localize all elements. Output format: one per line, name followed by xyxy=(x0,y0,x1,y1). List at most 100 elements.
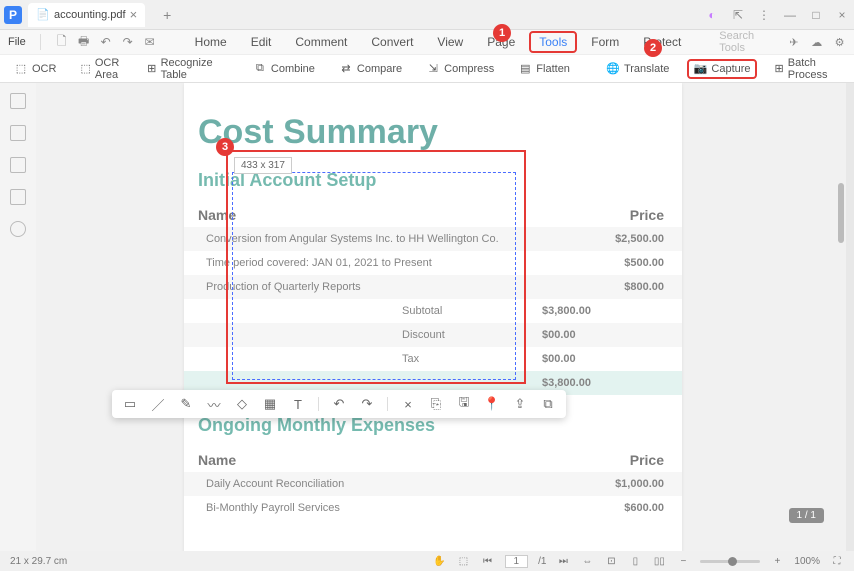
pin-capture-icon[interactable]: 📍 xyxy=(484,396,500,412)
fit-width-icon[interactable]: ⇔ xyxy=(580,554,594,568)
capture-button[interactable]: 📷Capture xyxy=(687,59,756,79)
combine-icon: ⧉ xyxy=(253,62,267,76)
copy-capture-icon[interactable]: ⎘ xyxy=(428,396,444,412)
redo-icon[interactable]: ↷ xyxy=(121,35,135,49)
table-icon: ⊞ xyxy=(147,62,157,76)
text-tool-icon[interactable]: T xyxy=(290,396,306,412)
compress-icon: ⇲ xyxy=(426,62,440,76)
tab-protect[interactable]: Protect xyxy=(633,31,691,53)
thumbnails-icon[interactable] xyxy=(10,93,26,109)
annotation-badge-1: 1 xyxy=(493,24,511,42)
zoom-slider[interactable] xyxy=(700,560,760,563)
kebab-menu-icon[interactable]: ⋮ xyxy=(756,7,772,23)
send-icon[interactable]: ✈ xyxy=(787,35,800,49)
tab-title: accounting.pdf xyxy=(54,9,126,21)
rect-tool-icon[interactable]: ▭ xyxy=(122,396,138,412)
table-row: Production of Quarterly Reports$800.00 xyxy=(184,275,682,299)
save-icon[interactable]: 🗋 xyxy=(55,35,69,49)
redo-capture-icon[interactable]: ↷ xyxy=(359,396,375,412)
capture-size-label: 433 x 317 xyxy=(234,157,292,174)
file-menu[interactable]: File xyxy=(8,36,26,48)
col-name: Name xyxy=(198,452,630,468)
last-page-icon[interactable]: ⏭ xyxy=(556,554,570,568)
table-row: Conversion from Angular Systems Inc. to … xyxy=(184,227,682,251)
undo-icon[interactable]: ↶ xyxy=(99,35,113,49)
hand-tool-icon[interactable]: ✋ xyxy=(433,554,447,568)
discount-row: Discount$00.00 xyxy=(184,323,682,347)
minimize-icon[interactable]: — xyxy=(782,7,798,23)
annotation-badge-3: 3 xyxy=(216,138,234,156)
statusbar: 21 x 29.7 cm ✋ ⬚ ⏮ 1 /1 ⏭ ⇔ ⊡ ▯ ▯▯ − + 1… xyxy=(0,551,854,571)
flatten-button[interactable]: ▤Flatten xyxy=(512,59,576,79)
fit-page-icon[interactable]: ⊡ xyxy=(604,554,618,568)
menubar: File 🗋 🖶 ↶ ↷ ✉ Home Edit Comment Convert… xyxy=(0,30,854,55)
undo-capture-icon[interactable]: ↶ xyxy=(331,396,347,412)
pen-tool-icon[interactable]: ✎ xyxy=(178,396,194,412)
tab-tools[interactable]: Tools xyxy=(529,31,577,53)
line-tool-icon[interactable]: ／ xyxy=(150,396,166,412)
eraser-tool-icon[interactable]: ◇ xyxy=(234,396,250,412)
zoom-in-icon[interactable]: + xyxy=(770,554,784,568)
fullscreen-icon[interactable]: ⛶ xyxy=(830,554,844,568)
tab-comment[interactable]: Comment xyxy=(285,31,357,53)
ocr-area-button[interactable]: ⬚OCR Area xyxy=(74,54,128,84)
batch-process-button[interactable]: ⊞Batch Process xyxy=(769,54,839,84)
table-row: Daily Account Reconciliation$1,000.00 xyxy=(184,472,682,496)
settings-icon[interactable]: ⚙ xyxy=(833,35,846,49)
document-tab[interactable]: 📄 accounting.pdf × xyxy=(28,3,145,27)
close-window-icon[interactable]: × xyxy=(834,7,850,23)
select-tool-icon[interactable]: ⬚ xyxy=(457,554,471,568)
search-tools-input[interactable]: Search Tools xyxy=(719,30,777,54)
tab-view[interactable]: View xyxy=(427,31,473,53)
tab-close-icon[interactable]: × xyxy=(130,7,138,22)
tab-form[interactable]: Form xyxy=(581,31,629,53)
color-dot-icon[interactable]: ◐ xyxy=(704,7,720,23)
comments-panel-icon[interactable] xyxy=(10,189,26,205)
share-icon[interactable]: ⇱ xyxy=(730,7,746,23)
print-icon[interactable]: 🖶 xyxy=(77,35,91,49)
ocr-button[interactable]: ⬚OCR xyxy=(8,59,62,79)
capture-toolbar: ▭ ／ ✎ 〰 ◇ ▦ T ↶ ↷ × ⎘ 🖫 📍 ⇪ ⧉ xyxy=(112,390,566,418)
mail-icon[interactable]: ✉ xyxy=(143,35,157,49)
zoom-out-icon[interactable]: − xyxy=(676,554,690,568)
tab-home[interactable]: Home xyxy=(185,31,237,53)
section2-title: Ongoing Monthly Expenses xyxy=(184,415,682,436)
share-capture-icon[interactable]: ⇪ xyxy=(512,396,528,412)
camera-icon: 📷 xyxy=(693,62,707,76)
zoom-level[interactable]: 100% xyxy=(794,556,820,567)
table-row: Bi-Monthly Payroll Services$600.00 xyxy=(184,496,682,520)
translate-button[interactable]: 🌐Translate xyxy=(600,59,675,79)
recognize-table-button[interactable]: ⊞Recognize Table xyxy=(141,54,223,84)
attachments-icon[interactable] xyxy=(10,157,26,173)
col-name: Name xyxy=(198,207,630,223)
two-page-icon[interactable]: ▯▯ xyxy=(652,554,666,568)
compress-button[interactable]: ⇲Compress xyxy=(420,59,500,79)
save-capture-icon[interactable]: 🖫 xyxy=(456,396,472,412)
mosaic-tool-icon[interactable]: ▦ xyxy=(262,396,278,412)
page-input[interactable]: 1 xyxy=(505,555,529,568)
tab-convert[interactable]: Convert xyxy=(361,31,423,53)
more-capture-icon[interactable]: ⧉ xyxy=(540,396,556,412)
page-title: Cost Summary xyxy=(184,113,682,152)
vertical-scrollbar[interactable] xyxy=(838,183,844,243)
first-page-icon[interactable]: ⏮ xyxy=(481,554,495,568)
compare-icon: ⇄ xyxy=(339,62,353,76)
translate-icon: 🌐 xyxy=(606,62,620,76)
col-price: Price xyxy=(630,207,664,223)
compare-button[interactable]: ⇄Compare xyxy=(333,59,408,79)
page-total: /1 xyxy=(538,556,546,567)
cloud-icon[interactable]: ☁ xyxy=(810,35,823,49)
flatten-icon: ▤ xyxy=(518,62,532,76)
polyline-tool-icon[interactable]: 〰 xyxy=(206,396,222,412)
bookmarks-icon[interactable] xyxy=(10,125,26,141)
workspace: Cost Summary Initial Account Setup Name … xyxy=(36,83,846,551)
add-tab-button[interactable]: + xyxy=(159,7,175,23)
combine-button[interactable]: ⧉Combine xyxy=(247,59,321,79)
maximize-icon[interactable]: □ xyxy=(808,7,824,23)
document-page: Cost Summary Initial Account Setup Name … xyxy=(184,83,682,551)
page-counter-badge: 1 / 1 xyxy=(789,508,824,523)
tab-edit[interactable]: Edit xyxy=(241,31,282,53)
layers-icon[interactable] xyxy=(10,221,26,237)
cancel-capture-icon[interactable]: × xyxy=(400,396,416,412)
single-page-icon[interactable]: ▯ xyxy=(628,554,642,568)
